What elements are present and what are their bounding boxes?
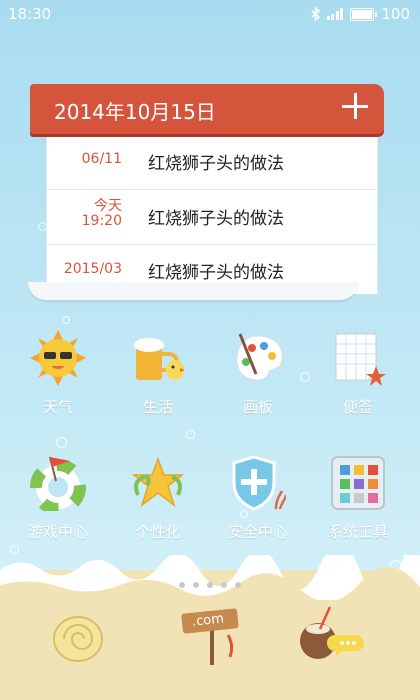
page-dot: [235, 582, 241, 588]
calendar-event-row[interactable]: 06/11 红烧狮子头的做法: [46, 140, 376, 196]
event-date: 今天 19:20: [81, 198, 122, 229]
status-bar: 18:30 100: [0, 0, 420, 28]
lifebuoy-icon: [30, 456, 86, 511]
page-indicator: [0, 573, 420, 592]
calendar-event-row[interactable]: 2015/03 红烧狮子头的做法: [46, 245, 376, 301]
app-label: 生活: [142, 398, 173, 416]
app-label: 个性化: [135, 523, 181, 541]
app-system-tools[interactable]: 系统工具: [308, 455, 408, 565]
event-title: 红烧狮子头的做法: [148, 209, 284, 229]
app-label: 游戏中心: [27, 523, 88, 541]
signal-icon: [326, 8, 344, 20]
calendar-event-row[interactable]: 今天 19:20 红烧狮子头的做法: [46, 190, 376, 246]
toolbox-icon: [331, 456, 385, 510]
app-security[interactable]: 安全中心: [208, 455, 308, 565]
shield-icon: [232, 455, 286, 511]
battery-level: 100: [381, 5, 410, 23]
palette-icon: [236, 333, 283, 381]
add-event-button[interactable]: [342, 93, 368, 119]
note-icon: [335, 333, 386, 386]
app-label: 便签: [342, 398, 373, 416]
page-dot: [193, 582, 199, 588]
app-weather[interactable]: 天气: [8, 330, 108, 440]
dock-coconut[interactable]: [296, 605, 366, 665]
bluetooth-icon: [311, 7, 320, 21]
shell-icon: [53, 616, 103, 662]
page-dot: [179, 582, 185, 588]
event-title: 红烧狮子头的做法: [148, 263, 284, 283]
page-dot: [207, 582, 213, 588]
event-date: 06/11: [81, 151, 122, 167]
app-label: 安全中心: [227, 523, 288, 541]
app-life[interactable]: 生活: [108, 330, 208, 440]
calendar-header: 2014年10月15日: [30, 84, 384, 134]
app-palette[interactable]: 画板: [208, 330, 308, 440]
starfish-icon: [131, 456, 185, 508]
sun-icon: [30, 330, 86, 386]
page-dot: [221, 582, 227, 588]
event-date: 2015/03: [63, 261, 122, 277]
dock-com-sign[interactable]: .com: [178, 605, 248, 665]
app-personalize[interactable]: 个性化: [108, 455, 208, 565]
event-title: 红烧狮子头的做法: [148, 154, 284, 174]
status-time: 18:30: [8, 5, 52, 23]
bubble: [62, 316, 70, 324]
calendar-date: 2014年10月15日: [54, 100, 216, 124]
app-notes[interactable]: 便签: [308, 330, 408, 440]
dock-shell[interactable]: [48, 605, 108, 665]
app-game-center[interactable]: 游戏中心: [8, 455, 108, 565]
app-label: 系统工具: [327, 523, 388, 541]
app-label: 画板: [242, 398, 273, 416]
coconut-icon: [300, 606, 364, 659]
battery-icon: [350, 7, 378, 21]
beer-icon: [134, 338, 185, 380]
app-label: 天气: [42, 398, 73, 416]
